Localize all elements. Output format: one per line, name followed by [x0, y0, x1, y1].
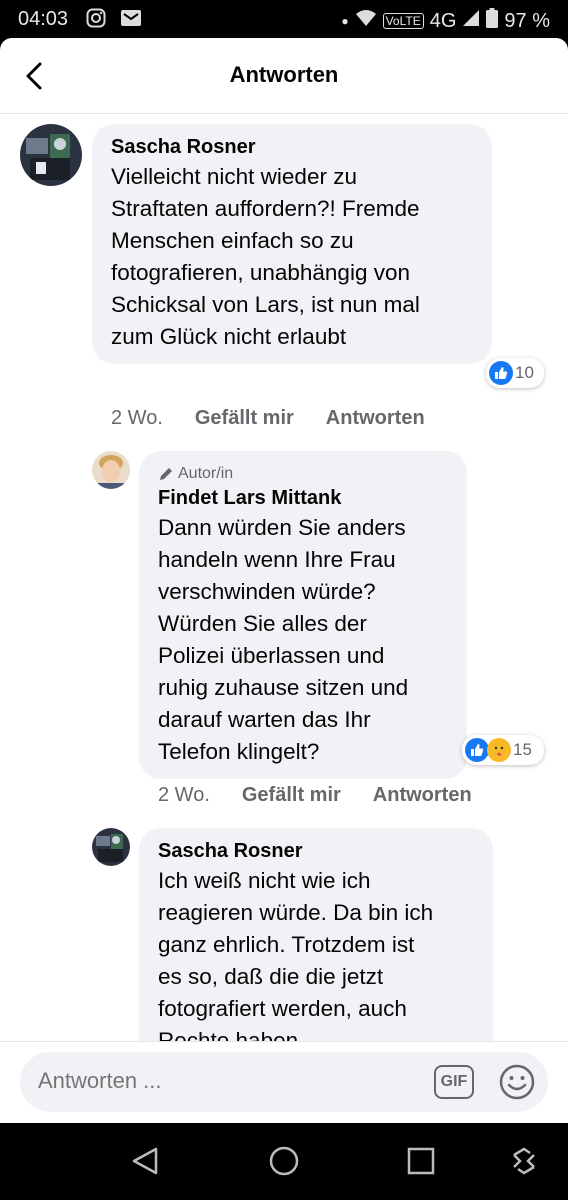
nav-home-button[interactable]	[268, 1145, 300, 1177]
network-type: 4G	[429, 9, 457, 32]
author-badge: Autor/in	[158, 465, 447, 483]
reply-composer: GIF	[0, 1041, 568, 1123]
reply-button[interactable]: Antworten	[373, 784, 472, 807]
reply-field[interactable]: GIF	[20, 1052, 548, 1112]
battery-level: 97 %	[504, 9, 550, 32]
system-nav-bar	[0, 1123, 568, 1200]
comment-text: Dann würden Sie anders handeln wenn Ihre…	[158, 515, 409, 764]
comment-author[interactable]: Sascha Rosner	[158, 840, 473, 863]
like-button[interactable]: Gefällt mir	[195, 407, 294, 430]
dot-icon: ●	[341, 14, 349, 28]
reply-button[interactable]: Antworten	[326, 407, 425, 430]
square-recents-icon	[407, 1147, 435, 1175]
avatar-sascha-rosner[interactable]	[92, 828, 130, 866]
reaction-summary[interactable]: 15	[462, 735, 544, 765]
wifi-icon	[355, 9, 377, 33]
smiley-icon	[499, 1064, 535, 1100]
volte-badge: VoLTE	[382, 13, 424, 29]
reply-input[interactable]	[38, 1068, 418, 1094]
avatar-sascha-rosner[interactable]	[20, 124, 82, 186]
like-reaction-icon	[465, 738, 489, 762]
comment-actions: 2 Wo. Gefällt mir Antworten	[111, 407, 425, 430]
care-reaction-icon	[487, 738, 511, 762]
reaction-count: 15	[513, 740, 532, 759]
avatar-findet-lars-mittank[interactable]	[92, 451, 130, 489]
comment-thread[interactable]: Sascha Rosner Vielleicht nicht wieder zu…	[0, 115, 568, 1041]
pencil-icon	[160, 468, 172, 480]
comment-bubble[interactable]: Autor/in Findet Lars Mittank Dann würden…	[139, 451, 467, 779]
comment-actions: 2 Wo. Gefällt mir Antworten	[158, 784, 472, 807]
comment-author[interactable]: Sascha Rosner	[111, 136, 472, 159]
like-button[interactable]: Gefällt mir	[242, 784, 341, 807]
status-bar: 04:03 ● VoLTE 4G 97 %	[0, 0, 568, 38]
circle-home-icon	[269, 1146, 299, 1176]
battery-icon	[486, 8, 499, 34]
gif-button[interactable]: GIF	[434, 1065, 474, 1099]
app-window: Antworten Sascha Rosner Vielleicht nicht…	[0, 38, 568, 1123]
like-reaction-icon	[489, 361, 513, 385]
instagram-icon	[86, 8, 106, 33]
comment-author[interactable]: Findet Lars Mittank	[158, 487, 447, 510]
signal-icon	[462, 9, 480, 33]
rotate-icon	[513, 1147, 535, 1175]
mail-icon	[120, 8, 142, 33]
page-title: Antworten	[229, 62, 339, 87]
reaction-summary[interactable]: 10	[486, 358, 544, 388]
comment-bubble[interactable]: Sascha Rosner Vielleicht nicht wieder zu…	[92, 124, 492, 364]
reaction-count: 10	[515, 363, 534, 382]
nav-rotate-button[interactable]	[508, 1145, 540, 1177]
triangle-back-icon	[132, 1147, 158, 1175]
status-time: 04:03	[18, 8, 69, 30]
nav-back-button[interactable]	[130, 1145, 162, 1177]
comment-time[interactable]: 2 Wo.	[158, 784, 210, 807]
author-badge-label: Autor/in	[178, 465, 234, 482]
nav-recents-button[interactable]	[405, 1145, 437, 1177]
comment-text: Vielleicht nicht wieder zu Straftaten au…	[111, 164, 420, 349]
emoji-button[interactable]	[499, 1064, 535, 1100]
comment-text: Ich weiß nicht wie ich reagieren würde. …	[158, 868, 434, 1041]
app-header: Antworten	[0, 38, 568, 114]
comment-time[interactable]: 2 Wo.	[111, 407, 163, 430]
comment-bubble[interactable]: Sascha Rosner Ich weiß nicht wie ich rea…	[139, 828, 493, 1041]
